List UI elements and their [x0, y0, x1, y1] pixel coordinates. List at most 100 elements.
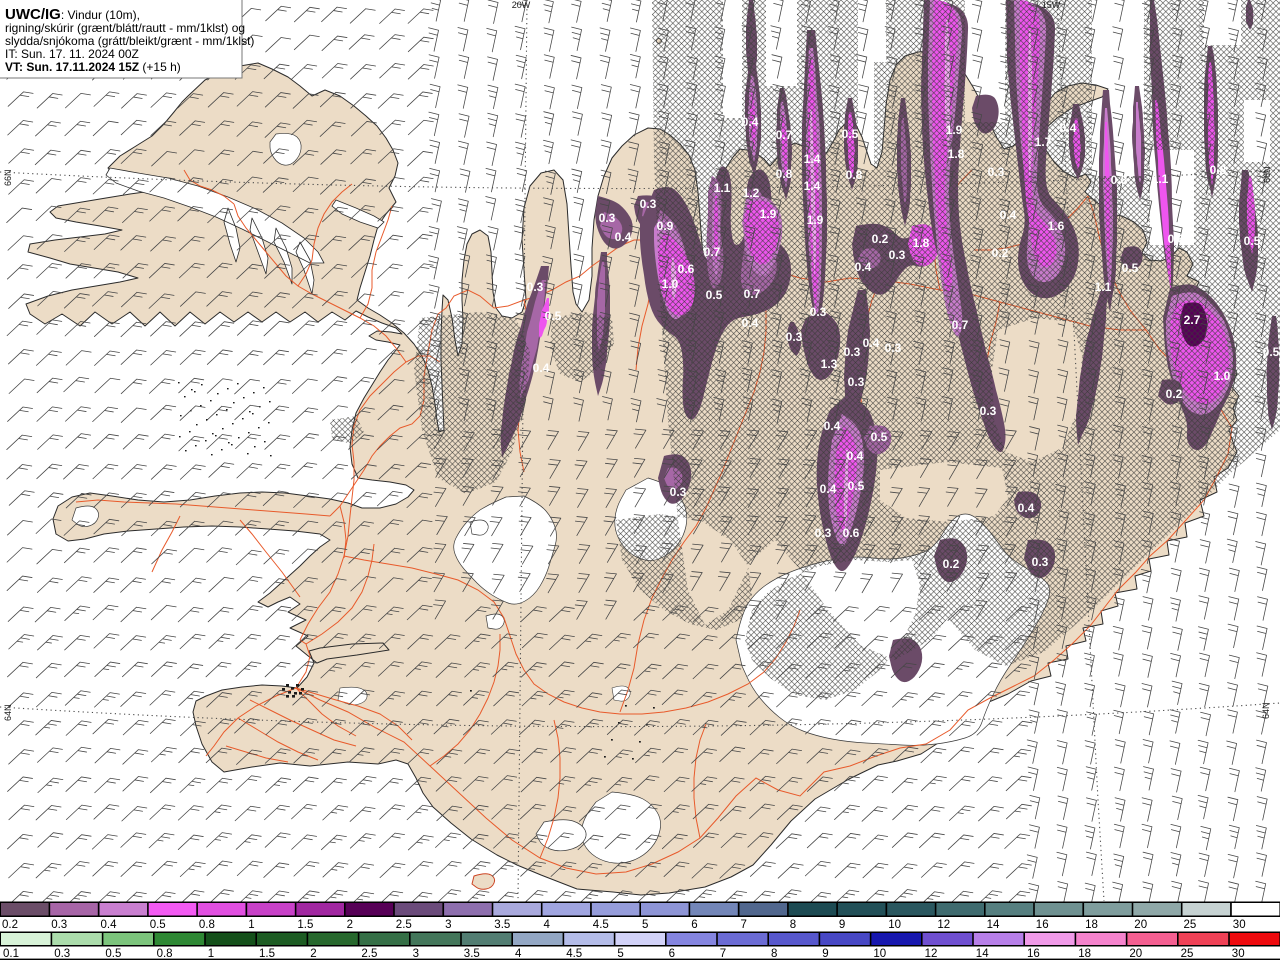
svg-text:0.6: 0.6 [678, 262, 695, 276]
svg-text:0.3: 0.3 [889, 248, 906, 262]
svg-text:0.8: 0.8 [199, 919, 215, 931]
svg-text:1.5: 1.5 [259, 948, 275, 960]
svg-text:12: 12 [937, 919, 950, 931]
svg-text:2: 2 [347, 919, 353, 931]
svg-text:0.4: 0.4 [855, 260, 872, 274]
svg-text:10: 10 [888, 919, 901, 931]
svg-text:1.7: 1.7 [1035, 135, 1052, 149]
svg-text:0.2: 0.2 [943, 557, 960, 571]
svg-text:1.1: 1.1 [1152, 172, 1169, 186]
svg-text:2: 2 [310, 948, 316, 960]
svg-text:66N: 66N [3, 169, 13, 186]
svg-text:14: 14 [976, 948, 989, 960]
svg-text:0.3: 0.3 [844, 345, 861, 359]
svg-text:0.6: 0.6 [1168, 232, 1185, 246]
svg-text:0.3: 0.3 [527, 280, 544, 294]
svg-text:1.2: 1.2 [743, 186, 760, 200]
svg-text:1.0: 1.0 [662, 277, 679, 291]
svg-text:6: 6 [669, 948, 675, 960]
svg-text:1.8: 1.8 [913, 236, 930, 250]
svg-text:7: 7 [720, 948, 726, 960]
svg-text:7: 7 [741, 919, 747, 931]
svg-text:0.3: 0.3 [640, 197, 657, 211]
svg-text:0.6: 0.6 [843, 526, 860, 540]
svg-text:0.4: 0.4 [824, 419, 841, 433]
svg-text:0.1: 0.1 [3, 948, 19, 960]
svg-text:0.3: 0.3 [670, 485, 687, 499]
svg-text:25: 25 [1184, 919, 1197, 931]
svg-text:1.1: 1.1 [714, 181, 731, 195]
svg-text:0.5: 0.5 [1244, 234, 1261, 248]
svg-text:5: 5 [642, 919, 648, 931]
svg-text:4: 4 [544, 919, 551, 931]
svg-text:1.1: 1.1 [1095, 280, 1112, 294]
svg-text:0.4: 0.4 [847, 449, 864, 463]
svg-text:0.5: 0.5 [871, 430, 888, 444]
svg-text:0.2: 0.2 [872, 232, 889, 246]
svg-text:0.3: 0.3 [988, 165, 1005, 179]
svg-text:0.4: 0.4 [742, 316, 759, 330]
svg-text:5: 5 [617, 948, 623, 960]
svg-text:0.4: 0.4 [1000, 208, 1017, 222]
svg-text:3.5: 3.5 [494, 919, 510, 931]
svg-text:0.7: 0.7 [952, 318, 969, 332]
svg-text:0.5: 0.5 [545, 309, 562, 323]
svg-text:4.5: 4.5 [566, 948, 582, 960]
svg-text:IT: Sun. 17. 11. 2024 00Z: IT: Sun. 17. 11. 2024 00Z [5, 47, 139, 61]
svg-text:20: 20 [1129, 948, 1142, 960]
svg-text:2.7: 2.7 [1184, 313, 1201, 327]
svg-text:9: 9 [822, 948, 828, 960]
svg-text:25: 25 [1181, 948, 1194, 960]
svg-text:0.8: 0.8 [1111, 173, 1128, 187]
svg-text:0.5: 0.5 [1263, 345, 1280, 359]
svg-text:6: 6 [691, 919, 697, 931]
svg-text:9: 9 [839, 919, 845, 931]
svg-text:1.5: 1.5 [297, 919, 313, 931]
svg-text:1.9: 1.9 [760, 207, 777, 221]
svg-text:16: 16 [1027, 948, 1040, 960]
svg-text:15W: 15W [1042, 0, 1061, 10]
svg-text:0.4: 0.4 [533, 361, 550, 375]
svg-text:20: 20 [1134, 919, 1147, 931]
svg-text:16: 16 [1036, 919, 1049, 931]
svg-text:rigning/skúrir (grænt/blátt/ra: rigning/skúrir (grænt/blátt/rautt - mm/1… [5, 21, 245, 35]
svg-text:4.5: 4.5 [593, 919, 609, 931]
svg-text:1.0: 1.0 [1214, 369, 1231, 383]
svg-text:0.3: 0.3 [980, 404, 997, 418]
svg-text:0.2: 0.2 [992, 246, 1009, 260]
svg-text:64N: 64N [1261, 702, 1271, 719]
svg-text:20W: 20W [512, 0, 531, 10]
svg-text:0.2: 0.2 [1166, 387, 1183, 401]
svg-text:0.3: 0.3 [810, 305, 827, 319]
svg-text:0.8: 0.8 [846, 168, 863, 182]
svg-text:0.3: 0.3 [885, 341, 902, 355]
svg-text:1.9: 1.9 [946, 123, 963, 137]
svg-text:0.7: 0.7 [704, 245, 721, 259]
svg-text:0.5: 0.5 [150, 919, 166, 931]
svg-text:8: 8 [790, 919, 796, 931]
svg-text:1.8: 1.8 [948, 147, 965, 161]
svg-text:66N: 66N [1262, 166, 1272, 183]
svg-text:0.5: 0.5 [706, 288, 723, 302]
svg-text:1.4: 1.4 [804, 179, 821, 193]
svg-text:1: 1 [208, 948, 214, 960]
svg-text:3: 3 [413, 948, 419, 960]
svg-text:30: 30 [1232, 948, 1245, 960]
svg-text:14: 14 [987, 919, 1000, 931]
svg-text:0.4: 0.4 [820, 482, 837, 496]
svg-text:0.8: 0.8 [157, 948, 173, 960]
svg-text:0.9: 0.9 [657, 219, 674, 233]
svg-text:0.3: 0.3 [51, 919, 67, 931]
svg-text:0.4: 0.4 [1018, 501, 1035, 515]
svg-text:2.5: 2.5 [396, 919, 412, 931]
svg-text:0.4: 0.4 [863, 336, 880, 350]
svg-text:0.7: 0.7 [744, 287, 761, 301]
svg-text:0.7: 0.7 [776, 128, 793, 142]
svg-text:1: 1 [248, 919, 254, 931]
svg-text:0.5: 0.5 [105, 948, 121, 960]
svg-text:0.8: 0.8 [776, 167, 793, 181]
svg-text:0.3: 0.3 [1032, 555, 1049, 569]
svg-text:0.5: 0.5 [842, 127, 859, 141]
svg-text:0.3: 0.3 [786, 330, 803, 344]
svg-text:0.3: 0.3 [848, 375, 865, 389]
